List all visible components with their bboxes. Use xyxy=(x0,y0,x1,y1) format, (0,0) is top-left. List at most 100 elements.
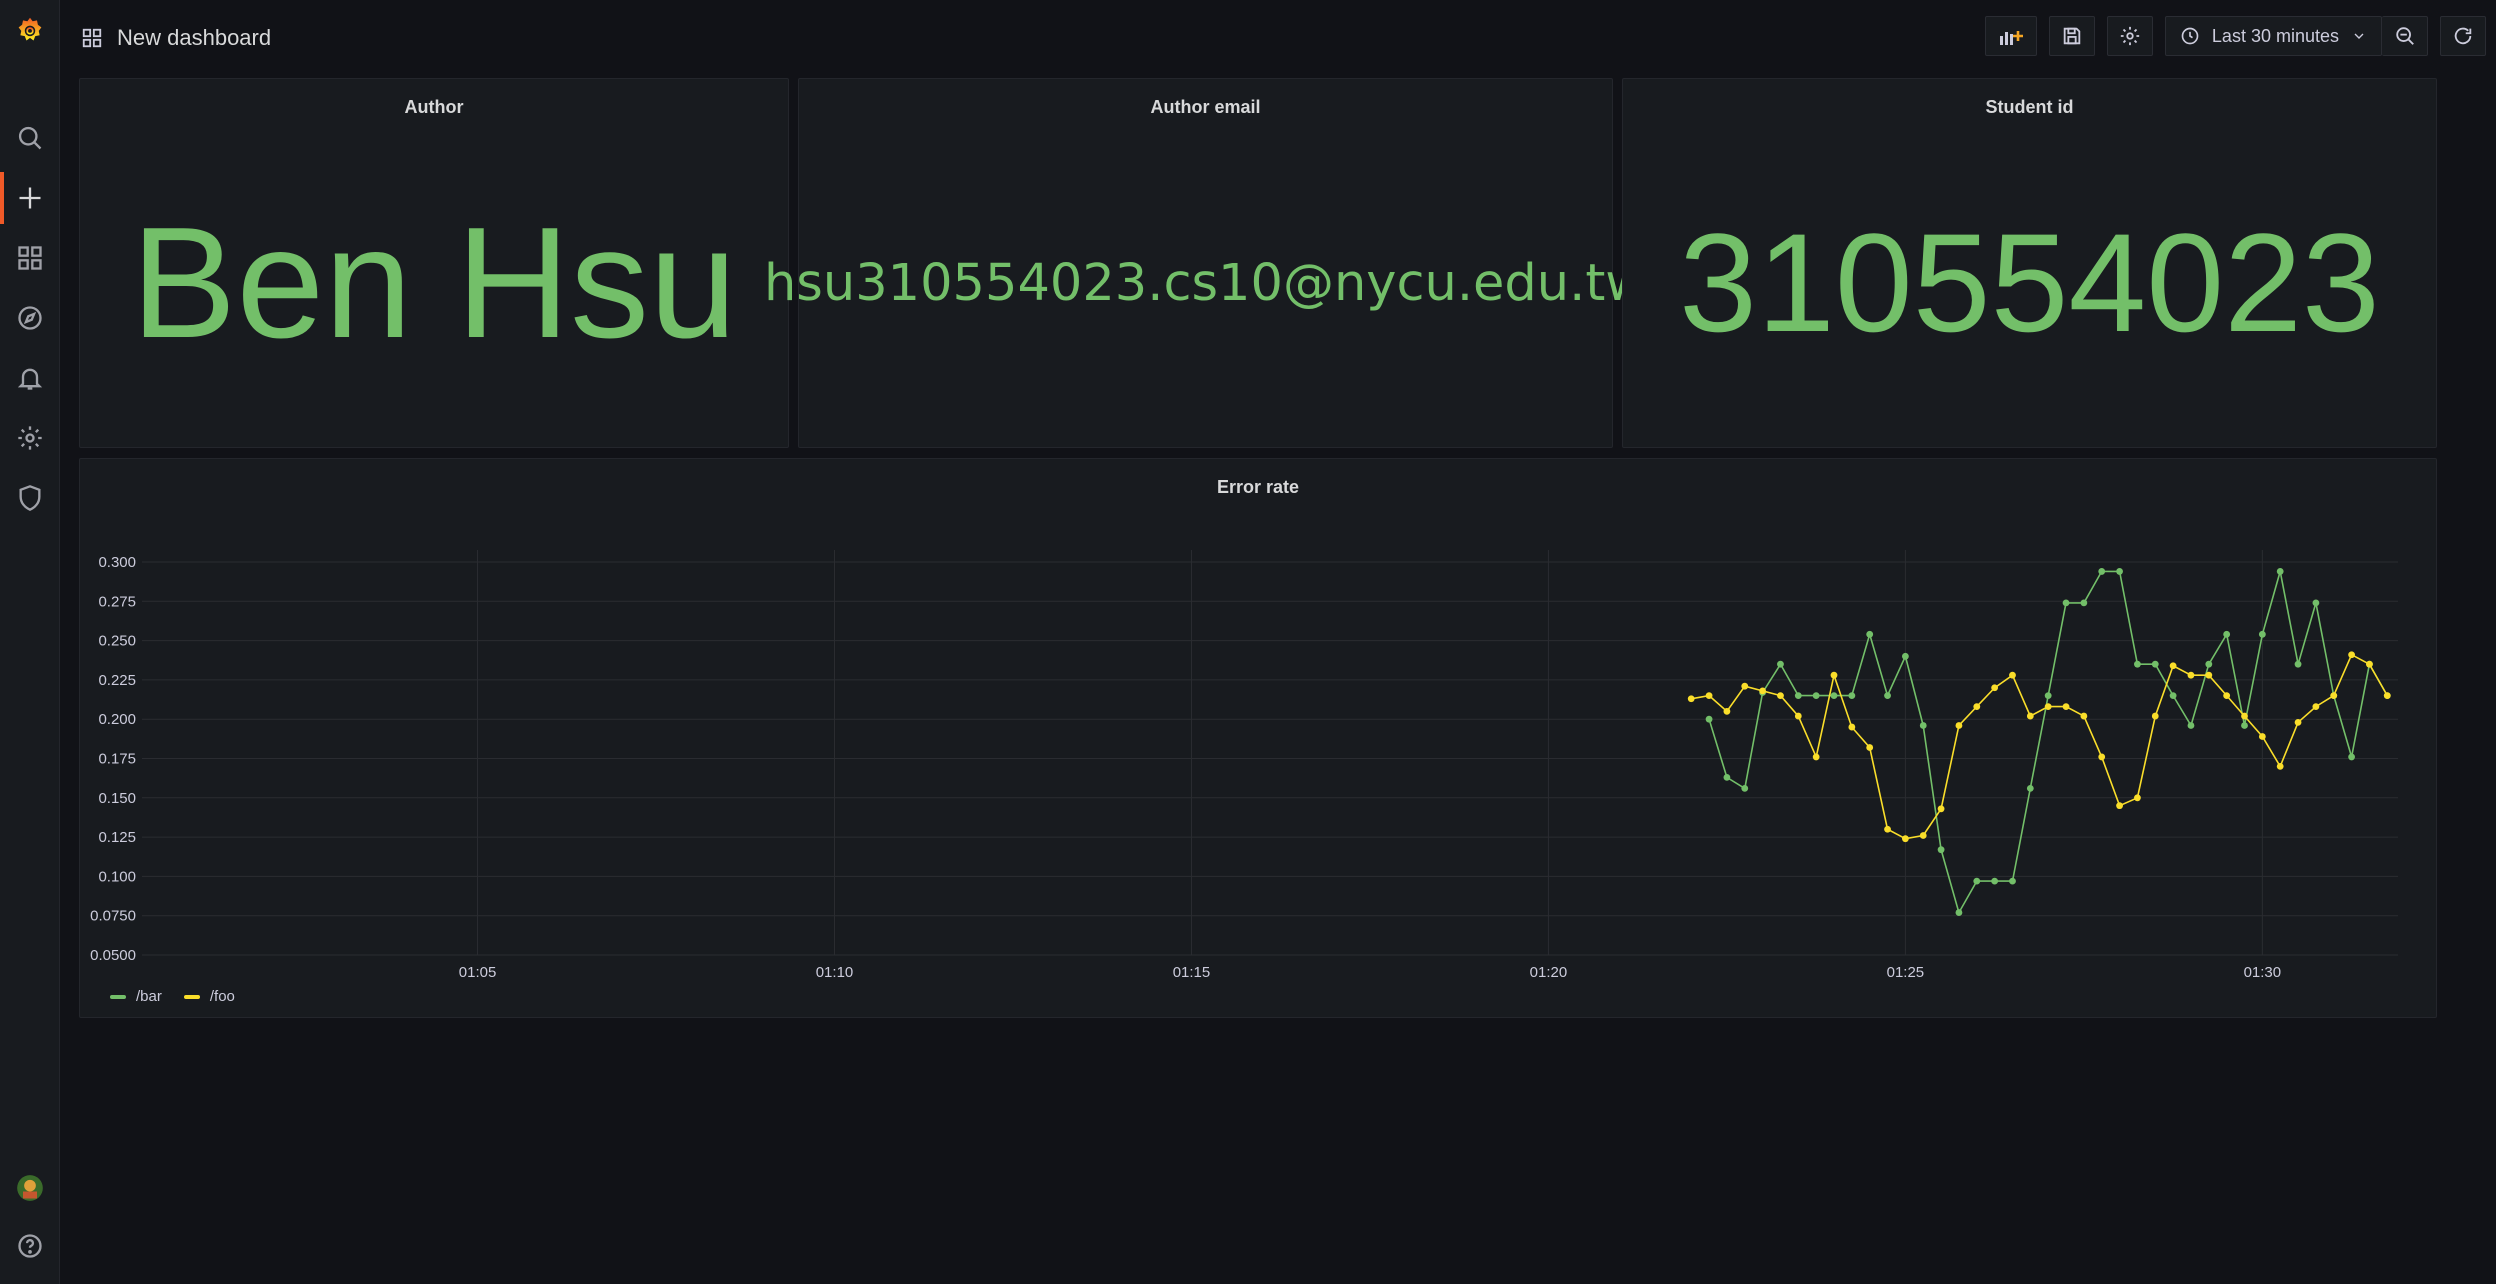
data-point xyxy=(2009,671,2016,679)
grafana-logo-icon xyxy=(18,17,41,41)
data-point xyxy=(2205,671,2213,679)
data-point xyxy=(2330,692,2338,700)
save-icon xyxy=(2063,27,2081,45)
data-point xyxy=(1794,712,1802,720)
zoom-out-icon xyxy=(2395,27,2414,45)
y-tick-label: 0.250 xyxy=(98,633,136,650)
sidebar-item-configuration[interactable] xyxy=(0,412,59,464)
sidebar-item-help[interactable] xyxy=(0,1220,59,1272)
data-point xyxy=(2098,568,2106,575)
x-tick-label: 01:20 xyxy=(1530,964,1568,981)
data-point xyxy=(2276,762,2284,770)
panel-title: Student id xyxy=(1985,97,2074,117)
sidebar-item-server-admin[interactable] xyxy=(0,472,59,524)
data-point xyxy=(1759,687,1767,695)
dashboard-toolbar: Last 30 minutes xyxy=(1984,16,2496,56)
data-point xyxy=(1705,692,1713,700)
stat-value: hsu310554023.cs10@nycu.edu.tw xyxy=(763,253,1648,313)
data-point xyxy=(1687,695,1695,703)
save-dashboard-button[interactable] xyxy=(2048,16,2095,56)
sidebar-item-alerting[interactable] xyxy=(0,352,59,404)
y-tick-label: 0.0750 xyxy=(90,908,136,925)
y-tick-label: 0.175 xyxy=(98,751,136,768)
data-point xyxy=(2134,660,2141,668)
data-point xyxy=(2383,692,2391,700)
time-range-picker[interactable]: Last 30 minutes xyxy=(2164,16,2382,56)
refresh-icon xyxy=(2454,27,2472,45)
user-avatar xyxy=(16,1175,43,1201)
data-point xyxy=(1884,825,1891,833)
data-point xyxy=(1794,692,1802,700)
legend-label: /bar xyxy=(136,988,162,1005)
legend-item-bar[interactable]: /bar xyxy=(110,988,162,1005)
chart-legend: /bar /foo xyxy=(110,988,235,1005)
search-icon xyxy=(18,126,41,150)
x-tick-label: 01:15 xyxy=(1173,964,1211,981)
data-point xyxy=(2044,703,2052,711)
data-point xyxy=(2062,703,2070,711)
data-point xyxy=(1812,753,1820,761)
dashboard-settings-button[interactable] xyxy=(2106,16,2153,56)
stat-value: 310554023 xyxy=(1679,204,2380,361)
sidebar-item-search[interactable] xyxy=(0,112,59,164)
dashboard-title-text: New dashboard xyxy=(117,25,272,50)
data-point xyxy=(2241,712,2248,720)
dashboards-icon xyxy=(17,246,42,270)
refresh-button[interactable] xyxy=(2440,16,2486,56)
data-point xyxy=(1884,692,1891,700)
data-point xyxy=(1991,877,1999,885)
dashboard-title[interactable]: New dashboard xyxy=(81,20,271,56)
data-point xyxy=(1866,630,1874,638)
data-point xyxy=(2258,630,2266,638)
data-point xyxy=(1919,722,1927,729)
data-point xyxy=(1955,909,1963,916)
data-point xyxy=(2026,712,2034,720)
panel-title: Author email xyxy=(1150,97,1261,117)
x-tick-label: 01:10 xyxy=(816,964,854,981)
author-email-panel[interactable]: Author email hsu310554023.cs10@nycu.edu.… xyxy=(763,78,1648,448)
grafana-home-logo[interactable] xyxy=(0,4,59,56)
data-point xyxy=(1919,832,1927,839)
data-point xyxy=(1723,773,1731,781)
data-point xyxy=(2366,660,2373,668)
data-point xyxy=(2205,660,2213,668)
add-panel-button[interactable] xyxy=(1984,16,2037,56)
sidebar-item-explore[interactable] xyxy=(0,292,59,344)
data-point xyxy=(1901,652,1909,660)
legend-item-foo[interactable]: /foo xyxy=(183,988,235,1005)
data-point xyxy=(2116,568,2123,575)
data-point xyxy=(2134,794,2141,802)
dashboard-grid-icon xyxy=(82,28,102,48)
data-point xyxy=(2258,733,2266,740)
y-tick-label: 0.150 xyxy=(98,790,136,807)
data-point xyxy=(1848,723,1856,731)
help-question-icon xyxy=(17,1234,42,1258)
time-range-label: Last 30 minutes xyxy=(2211,25,2339,46)
legend-swatch xyxy=(183,994,200,999)
error-rate-chart[interactable]: 0.0500 0.0750 0.100 0.125 0.150 0.175 0.200 0.2… xyxy=(80,459,2436,1017)
y-tick-label: 0.100 xyxy=(98,868,136,885)
plus-icon xyxy=(19,187,40,209)
sidebar-item-create[interactable] xyxy=(0,172,59,224)
data-point xyxy=(2026,784,2034,792)
author-panel[interactable]: Author Ben Hsu xyxy=(79,78,789,448)
clock-icon xyxy=(2181,27,2199,45)
data-point xyxy=(2116,802,2123,810)
data-point xyxy=(2169,692,2177,700)
data-point xyxy=(1705,715,1713,723)
legend-label: /foo xyxy=(209,988,235,1005)
series-line-foo xyxy=(1691,653,2388,840)
zoom-out-button[interactable] xyxy=(2382,16,2428,56)
error-rate-panel[interactable]: Error rate 0.0500 0.0750 0.100 0.125 0.150 0.… xyxy=(79,458,2437,1018)
y-tick-label: 0.125 xyxy=(98,829,136,846)
data-point xyxy=(2294,660,2302,668)
student-id-panel[interactable]: Student id 310554023 xyxy=(1622,78,2437,448)
data-point xyxy=(1955,722,1963,729)
data-point xyxy=(2294,718,2302,726)
data-point xyxy=(2080,599,2088,607)
chevron-down-icon xyxy=(2354,33,2364,39)
sidebar-item-dashboards[interactable] xyxy=(0,232,59,284)
data-point xyxy=(2276,568,2284,575)
x-tick-label: 01:05 xyxy=(459,964,497,981)
sidebar-item-profile[interactable] xyxy=(0,1162,59,1214)
